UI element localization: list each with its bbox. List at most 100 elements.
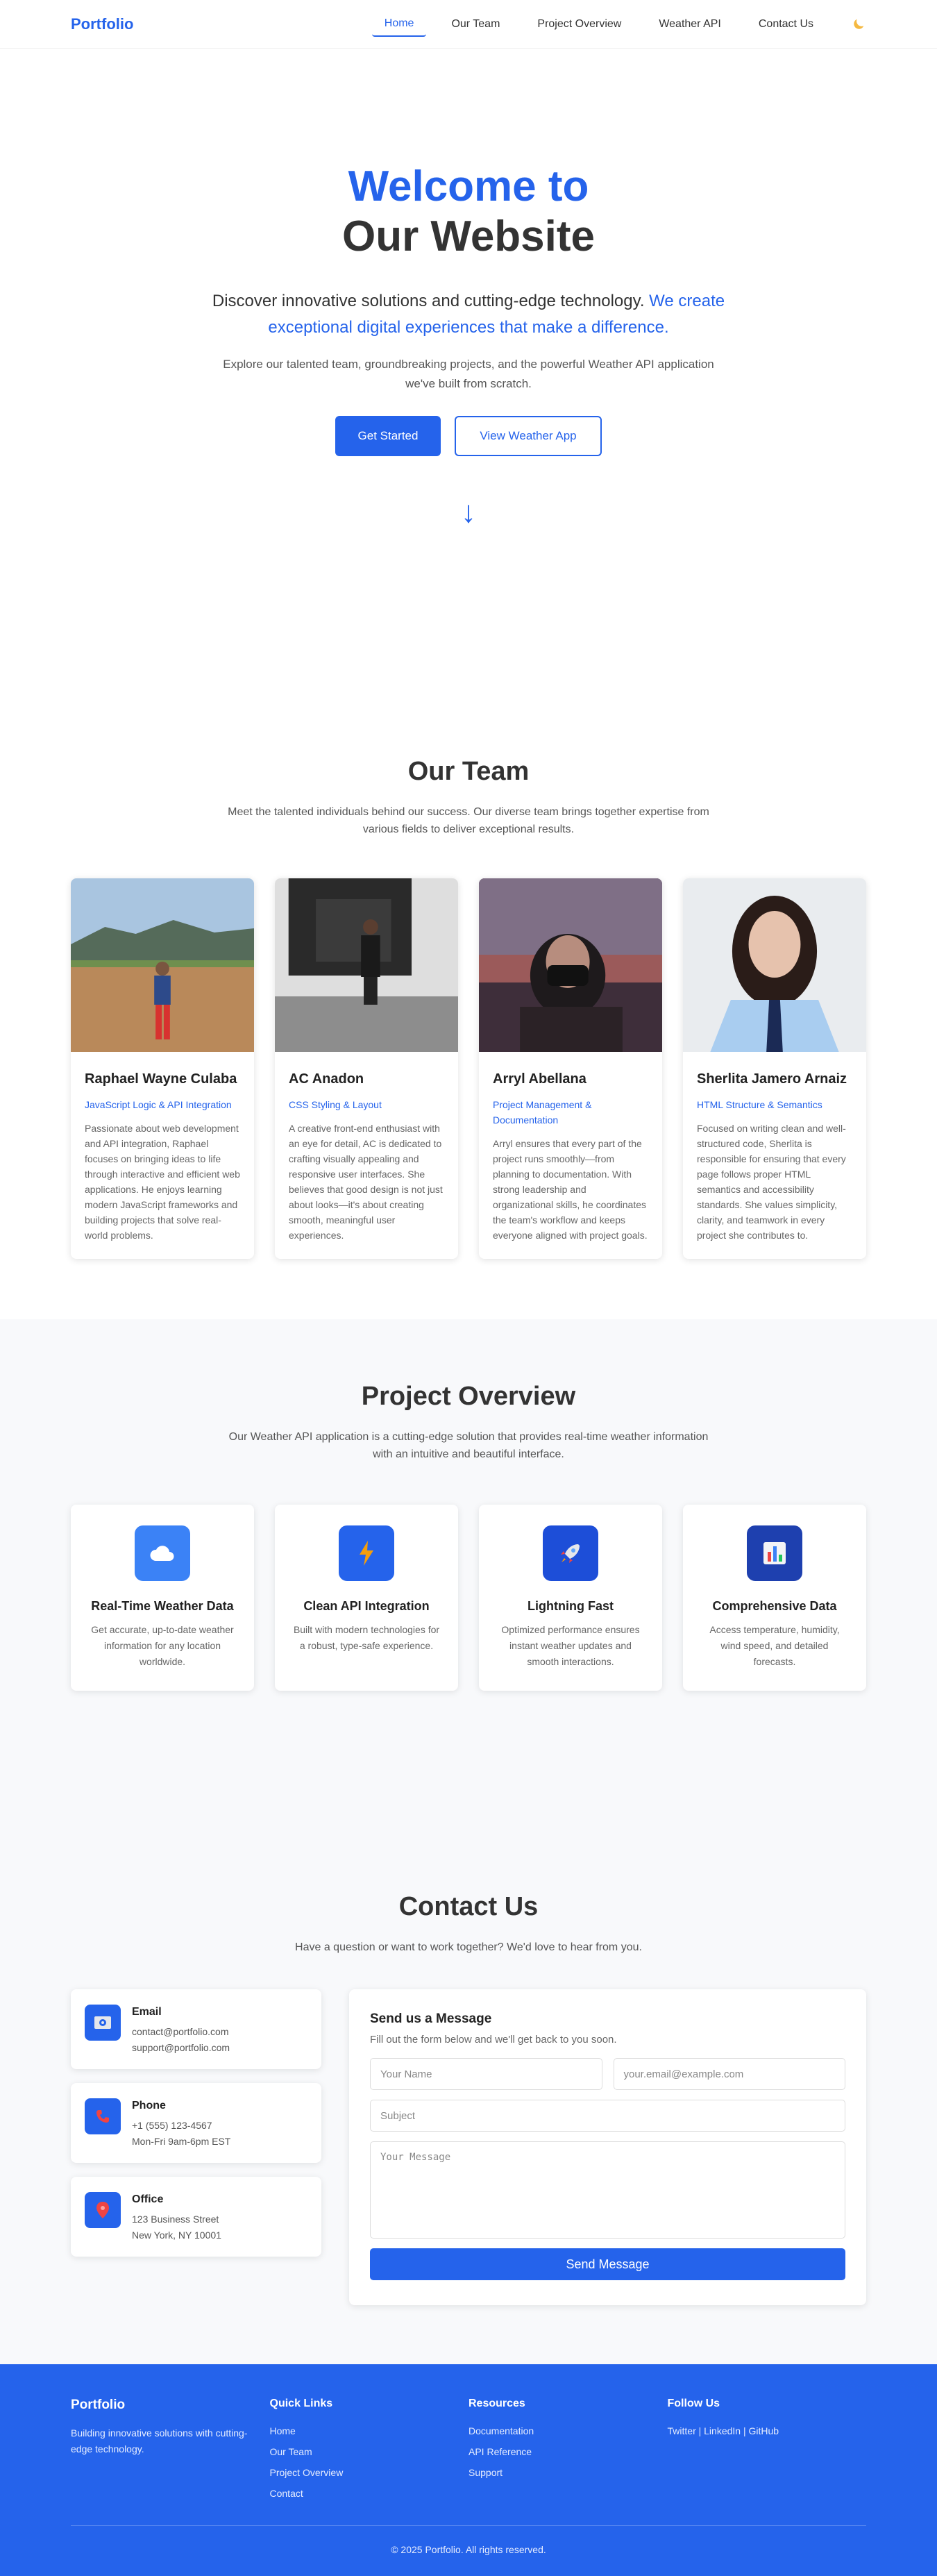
nav-weather-api[interactable]: Weather API <box>646 12 734 36</box>
project-title: Project Overview <box>361 1382 576 1411</box>
subject-input[interactable]: Subject <box>370 2100 845 2132</box>
brand-logo[interactable]: Portfolio <box>71 15 133 33</box>
email-title: Email <box>132 2006 162 2018</box>
form-title: Send us a Message <box>370 2012 492 2026</box>
footer-link-documentation[interactable]: Documentation <box>468 2425 668 2436</box>
email-line[interactable]: contact@portfolio.com <box>132 2024 230 2040</box>
footer-link-support[interactable]: Support <box>468 2467 668 2478</box>
team-grid: Raphael Wayne Culaba JavaScript Logic & … <box>0 878 937 1259</box>
team-photo <box>683 878 866 1052</box>
contact-form: Send us a Message Fill out the form belo… <box>349 1989 866 2305</box>
feature-grid: Real-Time Weather Data Get accurate, up-… <box>0 1505 937 1691</box>
send-message-button[interactable]: Send Message <box>370 2248 845 2280</box>
footer-link-project-overview[interactable]: Project Overview <box>270 2467 469 2478</box>
social-links[interactable]: Twitter | LinkedIn | GitHub <box>668 2425 867 2436</box>
nav-home[interactable]: Home <box>371 12 427 37</box>
nav-our-team[interactable]: Our Team <box>439 12 512 36</box>
phone-title: Phone <box>132 2100 166 2111</box>
team-photo <box>275 878 458 1052</box>
team-section: Our Team Meet the talented individuals b… <box>0 639 937 1319</box>
footer-link-our-team[interactable]: Our Team <box>270 2446 469 2457</box>
footer-link-contact[interactable]: Contact <box>270 2488 469 2499</box>
footer-tagline: Building innovative solutions with cutti… <box>71 2427 248 2454</box>
feature-desc: Built with modern technologies for a rob… <box>293 1624 440 1651</box>
member-bio: Focused on writing clean and well-struct… <box>697 1123 846 1241</box>
get-started-button[interactable]: Get Started <box>335 416 441 456</box>
contact-description: Have a question or want to work together… <box>295 1941 642 1953</box>
project-overview-section: Project Overview Our Weather API applica… <box>0 1319 937 1788</box>
feature-desc: Optimized performance ensures instant we… <box>501 1624 640 1667</box>
follow-title: Follow Us <box>667 2398 720 2409</box>
form-subtitle: Fill out the form below and we'll get ba… <box>370 2034 617 2046</box>
hero-subtitle: Explore our talented team, groundbreakin… <box>223 358 714 390</box>
member-bio: Arryl ensures that every part of the pro… <box>493 1138 648 1241</box>
feature-card: Lightning Fast Optimized performance ens… <box>479 1505 662 1691</box>
footer-divider <box>71 2525 866 2526</box>
hero-title-line1: Welcome to <box>348 162 589 210</box>
email-line[interactable]: support@portfolio.com <box>132 2040 230 2056</box>
email-icon <box>85 2005 121 2041</box>
feature-title: Real-Time Weather Data <box>91 1599 234 1613</box>
email-input[interactable]: your.email@example.com <box>613 2058 845 2090</box>
team-card: Sherlita Jamero Arnaiz HTML Structure & … <box>683 878 866 1259</box>
footer-link-api-reference[interactable]: API Reference <box>468 2446 668 2457</box>
phone-line: Mon-Fri 9am-6pm EST <box>132 2136 231 2147</box>
contact-info: Email contact@portfolio.com support@port… <box>71 1989 321 2305</box>
team-photo <box>479 878 662 1052</box>
hero-title-line2: Our Website <box>341 212 596 260</box>
team-card: AC Anadon CSS Styling & Layout A creativ… <box>275 878 458 1259</box>
feature-title: Lightning Fast <box>527 1599 614 1613</box>
footer-quick-links: Quick Links Home Our Team Project Overvi… <box>270 2398 469 2499</box>
office-title: Office <box>132 2193 164 2205</box>
office-line: New York, NY 10001 <box>132 2230 221 2241</box>
member-name: Sherlita Jamero Arnaiz <box>697 1071 847 1087</box>
contact-section: Contact Us Have a question or want to wo… <box>0 1788 937 2364</box>
copyright: © 2025 Portfolio. All rights reserved. <box>391 2544 546 2555</box>
quick-links-title: Quick Links <box>269 2398 333 2409</box>
phone-card: Phone +1 (555) 123-4567 Mon-Fri 9am-6pm … <box>71 2083 321 2163</box>
footer-brand: Portfolio <box>71 2398 126 2412</box>
arrow-down-icon[interactable]: ↓ <box>0 495 937 530</box>
team-title: Our Team <box>407 757 530 786</box>
view-weather-app-button[interactable]: View Weather App <box>455 416 602 456</box>
member-role: HTML Structure & Semantics <box>697 1099 822 1110</box>
hero-lead-text: Discover innovative solutions and cuttin… <box>212 292 645 310</box>
feature-card: Comprehensive Data Access temperature, h… <box>683 1505 866 1691</box>
bar-chart-icon <box>747 1525 802 1581</box>
moon-icon[interactable] <box>851 17 866 32</box>
nav-project-overview[interactable]: Project Overview <box>525 12 634 36</box>
member-bio: A creative front-end enthusiast with an … <box>289 1123 443 1241</box>
member-name: AC Anadon <box>289 1071 364 1087</box>
rocket-icon <box>543 1525 598 1581</box>
feature-title: Clean API Integration <box>303 1599 430 1613</box>
hero-buttons: Get Started View Weather App <box>0 416 937 456</box>
footer-link-home[interactable]: Home <box>270 2425 469 2436</box>
phone-line: +1 (555) 123-4567 <box>132 2120 212 2131</box>
footer-brand-col: Portfolio Building innovative solutions … <box>71 2398 270 2499</box>
team-card: Raphael Wayne Culaba JavaScript Logic & … <box>71 878 254 1259</box>
lightning-icon <box>339 1525 394 1581</box>
hero-lead: Discover innovative solutions and cuttin… <box>205 288 732 341</box>
nav-contact-us[interactable]: Contact Us <box>746 12 826 36</box>
contact-content: Email contact@portfolio.com support@port… <box>0 1989 937 2305</box>
cloud-icon <box>135 1525 190 1581</box>
resources-title: Resources <box>468 2398 525 2409</box>
message-textarea[interactable]: Your Message <box>370 2141 845 2239</box>
main-nav: Home Our Team Project Overview Weather A… <box>360 12 866 37</box>
member-name: Raphael Wayne Culaba <box>85 1071 237 1087</box>
feature-desc: Get accurate, up-to-date weather informa… <box>91 1624 234 1667</box>
site-footer: Portfolio Building innovative solutions … <box>0 2364 937 2576</box>
member-role: CSS Styling & Layout <box>289 1099 382 1110</box>
feature-title: Comprehensive Data <box>712 1599 837 1613</box>
site-header: Portfolio Home Our Team Project Overview… <box>0 0 937 49</box>
team-card: Arryl Abellana Project Management & Docu… <box>479 878 662 1259</box>
member-bio: Passionate about web development and API… <box>85 1123 240 1241</box>
footer-follow: Follow Us Twitter | LinkedIn | GitHub <box>668 2398 867 2499</box>
office-card: Office 123 Business Street New York, NY … <box>71 2177 321 2257</box>
name-input[interactable]: Your Name <box>370 2058 602 2090</box>
location-pin-icon <box>85 2192 121 2228</box>
team-photo <box>71 878 254 1052</box>
member-role: Project Management & Documentation <box>493 1099 592 1126</box>
member-name: Arryl Abellana <box>493 1071 586 1087</box>
member-role: JavaScript Logic & API Integration <box>85 1099 232 1110</box>
